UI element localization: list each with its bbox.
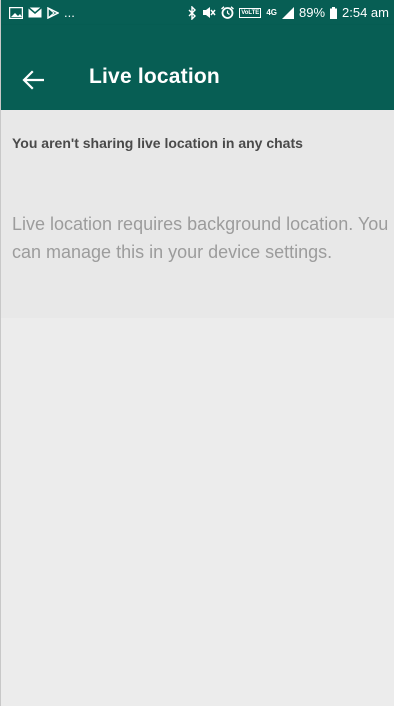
network-label: 4G bbox=[266, 7, 277, 17]
bluetooth-icon bbox=[187, 5, 197, 20]
page-title: Live location bbox=[89, 65, 220, 88]
mail-icon bbox=[28, 7, 42, 18]
play-store-icon bbox=[47, 6, 59, 19]
battery-icon bbox=[330, 6, 338, 19]
status-bar: ... VoLTE 4G 89% 2:54 am bbox=[1, 0, 394, 25]
live-location-info: You aren't sharing live location in any … bbox=[1, 110, 394, 318]
volte-label: VoLTE bbox=[239, 7, 262, 18]
4g-icon: 4G bbox=[266, 7, 277, 17]
battery-percent: 89% bbox=[298, 5, 326, 20]
status-left-icons: ... bbox=[9, 5, 75, 20]
image-icon bbox=[9, 6, 23, 19]
background-location-message: Live location requires background locati… bbox=[12, 214, 389, 262]
main-content: You aren't sharing live location in any … bbox=[1, 110, 394, 706]
screen: ... VoLTE 4G 89% 2:54 am Live location Y… bbox=[0, 0, 394, 706]
no-sharing-headline: You aren't sharing live location in any … bbox=[12, 135, 303, 151]
status-right-icons: VoLTE 4G 89% 2:54 am bbox=[187, 5, 389, 20]
mute-icon bbox=[202, 6, 216, 19]
back-button[interactable] bbox=[21, 68, 45, 92]
app-bar: Live location bbox=[1, 25, 394, 110]
alarm-icon bbox=[221, 6, 235, 19]
clock: 2:54 am bbox=[342, 5, 389, 20]
arrow-back-icon bbox=[22, 70, 44, 90]
volte-icon: VoLTE bbox=[239, 7, 262, 18]
app-bar-row: Live location bbox=[1, 25, 394, 110]
signal-icon bbox=[281, 6, 294, 19]
notification-overflow: ... bbox=[64, 5, 75, 20]
